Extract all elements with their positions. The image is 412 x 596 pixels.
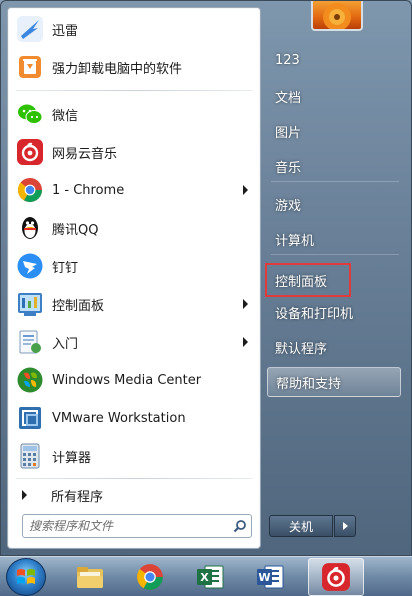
program-label: 1 - Chrome [52,182,125,198]
excel-icon: X [197,565,224,589]
netease-music-icon [322,563,350,591]
search-icon[interactable] [229,515,251,537]
taskbar-word[interactable]: W [242,558,298,596]
program-item-media-center[interactable]: Windows Media Center [8,361,260,399]
calculator-icon [15,441,45,471]
taskbar-excel[interactable]: X [182,558,238,596]
all-programs-separator [16,478,252,479]
program-label: 强力卸载电脑中的软件 [52,61,183,77]
program-item-wechat[interactable]: 微信 [8,95,260,133]
search-box [22,514,252,538]
program-item-getting-started[interactable]: 入门 [8,323,260,361]
chrome-icon [137,564,163,590]
taskbar-chrome[interactable] [122,558,178,596]
link-devices-printers[interactable]: 设备和打印机 [267,297,401,327]
submenu-arrow-icon[interactable] [243,299,248,309]
submenu-arrow-icon[interactable] [243,337,248,347]
program-label: 钉钉 [52,260,79,276]
file-explorer-icon [77,567,103,588]
taskbar-netease-music[interactable] [308,558,364,596]
svg-text:W: W [258,571,270,584]
program-separator [16,90,252,91]
netease-music-icon [15,137,45,167]
program-label: Windows Media Center [52,372,202,388]
program-item-dingtalk[interactable]: 钉钉 [8,247,260,285]
link-music[interactable]: 音乐 [267,151,401,181]
shutdown-button[interactable]: 关机 [269,515,333,537]
program-item-calculator[interactable]: 计算器 [8,437,260,475]
getting-started-icon [15,327,45,357]
media-center-icon [15,365,45,395]
link-games[interactable]: 游戏 [267,189,401,219]
wechat-icon [15,99,45,129]
chevron-right-icon [342,522,348,530]
word-icon: W [257,565,284,589]
program-item-control-panel[interactable]: 控制面板 [8,285,260,323]
program-label: 网易云音乐 [52,146,118,162]
program-list: 迅雷 强力卸载电脑中的软件 微信 网易云音乐 1 - Chrome 腾讯QQ 钉… [8,10,260,475]
link-documents[interactable]: 文档 [267,81,401,111]
link-computer[interactable]: 计算机 [267,224,401,254]
flower-picture-icon [323,3,351,29]
program-item-netease-music[interactable]: 网易云音乐 [8,133,260,171]
user-account-picture[interactable] [311,1,363,31]
chevron-right-icon [22,490,27,500]
program-item-uninstaller[interactable]: 强力卸载电脑中的软件 [8,48,260,86]
all-programs-button[interactable]: 所有程序 [8,480,260,510]
program-label: 计算器 [52,450,92,466]
program-label: 微信 [52,108,79,124]
link-default-programs[interactable]: 默认程序 [267,332,401,362]
link-control-panel[interactable]: 控制面板 [265,263,351,297]
link-user-folder[interactable]: 123 [267,45,401,75]
program-label: 迅雷 [52,23,79,39]
thunder-bird-icon [15,14,45,44]
qq-penguin-icon [15,213,45,243]
program-label: VMware Workstation [52,410,186,426]
programs-pane: 迅雷 强力卸载电脑中的软件 微信 网易云音乐 1 - Chrome 腾讯QQ 钉… [7,7,261,549]
chrome-icon [15,175,45,205]
program-label: 控制面板 [52,298,105,314]
program-item-thunder[interactable]: 迅雷 [8,10,260,48]
svg-text:X: X [200,571,209,584]
link-help-support[interactable]: 帮助和支持 [267,367,401,397]
right-separator [271,254,399,255]
program-item-qq[interactable]: 腾讯QQ [8,209,260,247]
program-item-vmware[interactable]: VMware Workstation [8,399,260,437]
program-item-chrome[interactable]: 1 - Chrome [8,171,260,209]
link-pictures[interactable]: 图片 [267,116,401,146]
start-menu: 迅雷 强力卸载电脑中的软件 微信 网易云音乐 1 - Chrome 腾讯QQ 钉… [0,0,412,556]
program-label: 入门 [52,336,79,352]
submenu-arrow-icon[interactable] [243,185,248,195]
windows-start-orb-icon[interactable] [6,558,46,596]
all-programs-label: 所有程序 [51,489,104,505]
right-separator [271,181,399,182]
vmware-icon [15,403,45,433]
taskbar-file-explorer[interactable] [62,558,118,596]
recycle-bin-icon [15,52,45,82]
program-label: 腾讯QQ [52,222,99,238]
dingtalk-icon [15,251,45,281]
search-input[interactable] [23,516,229,536]
control-panel-icon [15,289,45,319]
taskbar: X W [0,556,412,596]
shutdown-options-button[interactable] [334,515,356,537]
